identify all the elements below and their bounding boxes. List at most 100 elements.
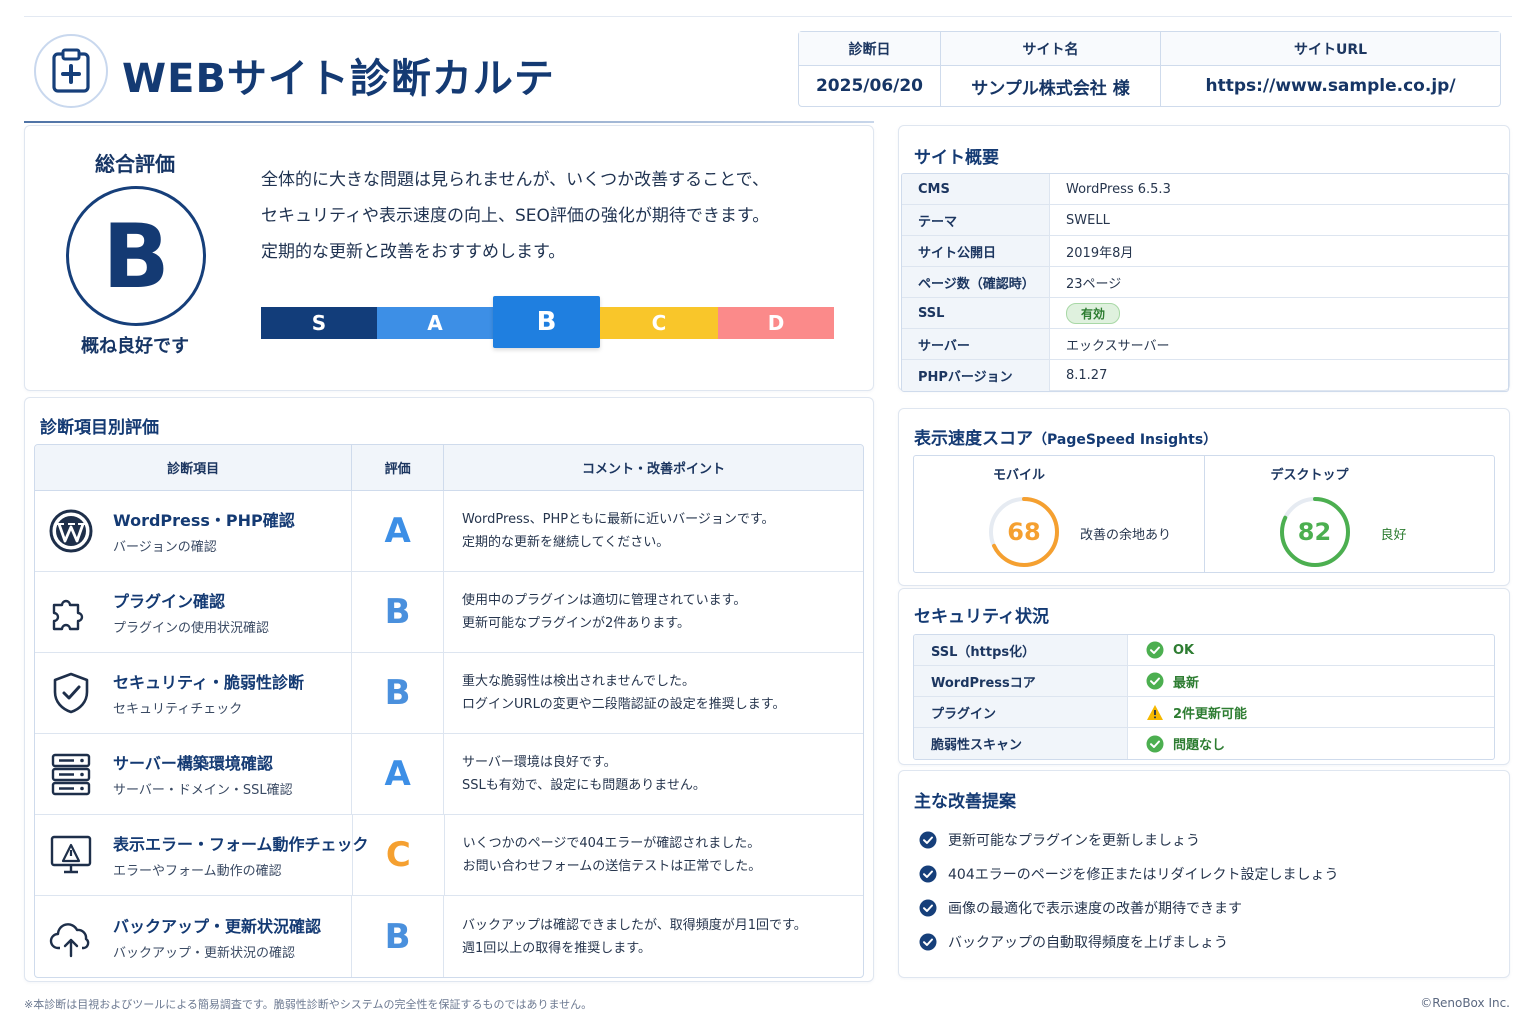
overview-value: エックスサーバー bbox=[1066, 338, 1170, 354]
item-sub: プラグインの使用状況確認 bbox=[113, 621, 270, 636]
cloud-sync-icon bbox=[47, 913, 95, 961]
info-label: サイト名 bbox=[941, 32, 1160, 66]
check-circle-icon bbox=[919, 865, 937, 883]
overview-row: ページ数（確認時） 23ページ bbox=[902, 267, 1508, 298]
comment-line: WordPress、PHPともに最新に近いバージョンです。 bbox=[462, 512, 775, 527]
comment-line: 使用中のプラグインは適切に管理されています。 bbox=[462, 593, 747, 608]
scale-segment-s: S bbox=[261, 307, 377, 339]
scale-segment-c: C bbox=[600, 307, 718, 339]
check-circle-icon bbox=[1146, 672, 1164, 690]
site-info-table: 診断日 2025/06/20 サイト名 サンプル株式会社 様 サイトURL ht… bbox=[798, 31, 1501, 107]
security-value-cell: 最新 bbox=[1128, 666, 1494, 696]
speed-card: 表示速度スコア（PageSpeed Insights） モバイル 68 改善の余地あ… bbox=[898, 408, 1510, 586]
speed-score-desktop: デスクトップ 82 良好 bbox=[1205, 456, 1495, 572]
comment-line: 更新可能なプラグインが2件あります。 bbox=[462, 616, 690, 631]
security-value: 問題なし bbox=[1173, 738, 1226, 753]
items-table-row: 表示エラー・フォーム動作チェック エラーやフォーム動作の確認 C いくつかのページで4… bbox=[35, 815, 863, 896]
item-text: サーバー構築環境確認 サーバー・ドメイン・SSL確認 bbox=[113, 750, 293, 798]
overview-key: サイト公開日 bbox=[902, 236, 1050, 266]
overview-value-cell: SWELL bbox=[1050, 205, 1508, 235]
overview-row: サーバー エックスサーバー bbox=[902, 329, 1508, 360]
security-key: WordPressコア bbox=[914, 666, 1128, 696]
comment-line: 週1回以上の取得を推奨します。 bbox=[462, 940, 651, 956]
info-col-site-name: サイト名 サンプル株式会社 様 bbox=[941, 32, 1161, 106]
item-grade: A bbox=[384, 754, 411, 794]
security-title: セキュリティ状況 bbox=[914, 607, 1049, 627]
speed-title-suffix: （PageSpeed Insights） bbox=[1033, 432, 1218, 448]
item-cell: バックアップ・更新状況確認バックアップ・更新状況の確認 bbox=[35, 896, 353, 977]
overview-key: テーマ bbox=[902, 205, 1050, 235]
overview-row: CMS WordPress 6.5.3 bbox=[902, 174, 1508, 205]
security-table: SSL（https化） OK WordPressコア 最新 プラグイン 2件更新可能 脆弱性… bbox=[913, 634, 1495, 760]
overview-value: 23ページ bbox=[1066, 276, 1122, 292]
clipboard-medical-icon bbox=[34, 34, 108, 108]
check-circle-icon bbox=[919, 899, 937, 917]
security-row: SSL（https化） OK bbox=[914, 635, 1494, 666]
item-sub: バックアップ・更新状況の確認 bbox=[113, 945, 296, 961]
site-url-link[interactable]: https://www.sample.co.jp/ bbox=[1161, 66, 1500, 106]
suggestion-text: 画像の最適化で表示速度の改善が期待できます bbox=[948, 901, 1242, 917]
overview-row: PHPバージョン 8.1.27 bbox=[902, 360, 1508, 391]
suggestion-text: 更新可能なプラグインを更新しましょう bbox=[948, 833, 1200, 849]
info-col-site-url: サイトURL https://www.sample.co.jp/ bbox=[1161, 32, 1500, 106]
items-title: 診断項目別評価 bbox=[40, 418, 159, 438]
suggestions-card: 主な改善提案 更新可能なプラグインを更新しましょう 404エラーのページを修正また… bbox=[898, 770, 1510, 978]
comment-cell: 重大な脆弱性は検出されませんでした。 ログインURLの変更や二段階認証の設定を推奨… bbox=[444, 653, 863, 733]
item-text: プラグイン確認プラグインの使用状況確認 bbox=[113, 588, 269, 636]
scale-segment-d: D bbox=[718, 307, 834, 339]
items-table-row: サーバー構築環境確認 サーバー・ドメイン・SSL確認 A サーバー環境は良好です。 SS… bbox=[35, 734, 863, 815]
column-header: 評価 bbox=[352, 445, 445, 490]
info-col-date: 診断日 2025/06/20 bbox=[799, 32, 941, 106]
column-header: 診断項目 bbox=[35, 445, 353, 490]
suggestions-list: 更新可能なプラグインを更新しましょう 404エラーのページを修正またはリダイレクト… bbox=[919, 823, 1338, 959]
item-name: WordPress・PHP確認 bbox=[113, 511, 295, 530]
info-label: 診断日 bbox=[799, 32, 940, 66]
suggestion-item: 更新可能なプラグインを更新しましょう bbox=[919, 823, 1338, 857]
item-name: バックアップ・更新状況確認 bbox=[113, 916, 322, 936]
item-name: セキュリティ・脆弱性診断 bbox=[113, 673, 305, 692]
comment-cell: いくつかのページで404エラーが確認されました。 お問い合わせフォームの送信テスト… bbox=[445, 815, 863, 895]
overview-value-cell: 有効 bbox=[1050, 298, 1508, 328]
items-table-row: バックアップ・更新状況確認バックアップ・更新状況の確認 B バックアップは確認できま… bbox=[35, 896, 863, 977]
comment-cell: WordPress、PHPともに最新に近いバージョンです。 定期的な更新を継続して… bbox=[444, 491, 863, 571]
summary-line: セキュリティや表示速度の向上、SEO評価の強化が期待できます。 bbox=[261, 206, 770, 226]
security-value-cell: 問題なし bbox=[1128, 728, 1494, 759]
report-page: WEBサイト診断カルテ 診断日 2025/06/20 サイト名 サンプル株式会社… bbox=[0, 0, 1536, 1024]
item-cell: 表示エラー・フォーム動作チェック エラーやフォーム動作の確認 bbox=[35, 815, 369, 895]
score-value: 68 bbox=[1007, 518, 1041, 546]
item-grade: B bbox=[384, 673, 411, 713]
items-table-row: セキュリティ・脆弱性診断 セキュリティチェック B 重大な脆弱性は検出されませんでした… bbox=[35, 653, 863, 734]
comment-line: SSLも有効で、設定にも問題ありません。 bbox=[462, 778, 706, 793]
comment-line: サーバー環境は良好です。 bbox=[462, 755, 617, 770]
speed-label: モバイル bbox=[992, 468, 1045, 483]
score-note: 改善の余地あり bbox=[1080, 528, 1172, 543]
item-cell: サーバー構築環境確認 サーバー・ドメイン・SSL確認 bbox=[35, 734, 353, 814]
suggestions-title: 主な改善提案 bbox=[914, 792, 1016, 812]
comment-line: いくつかのページで404エラーが確認されました。 bbox=[462, 836, 761, 851]
security-card: セキュリティ状況 SSL（https化） OK WordPressコア 最新 プラグイン… bbox=[898, 588, 1510, 765]
monitor-warning-icon bbox=[47, 831, 95, 879]
security-key: プラグイン bbox=[914, 697, 1128, 727]
security-key: 脆弱性スキャン bbox=[914, 728, 1128, 759]
overall-sub: 概ね良好です bbox=[81, 336, 189, 357]
item-name: 表示エラー・フォーム動作チェック bbox=[113, 835, 369, 854]
item-grade: B bbox=[384, 592, 411, 632]
info-value: サンプル株式会社 様 bbox=[971, 78, 1130, 99]
speed-label: デスクトップ bbox=[1270, 468, 1349, 483]
overview-value-cell: WordPress 6.5.3 bbox=[1050, 174, 1508, 204]
item-name: プラグイン確認 bbox=[113, 592, 226, 611]
score-note: 良好 bbox=[1380, 528, 1407, 543]
security-value-cell: 2件更新可能 bbox=[1128, 697, 1494, 727]
item-text: 表示エラー・フォーム動作チェック エラーやフォーム動作の確認 bbox=[113, 831, 369, 879]
wordpress-icon bbox=[47, 507, 95, 555]
header-rule bbox=[24, 121, 874, 123]
item-comment: バックアップは確認できましたが、取得頻度が月1回です。 週1回以上の取得を推奨しま… bbox=[444, 914, 807, 960]
item-name: サーバー構築環境確認 bbox=[113, 754, 273, 773]
shield-check-icon bbox=[47, 669, 95, 717]
scale-segment-a: A bbox=[377, 307, 493, 339]
overall-grade: B bbox=[66, 186, 206, 326]
comment-line: 重大な脆弱性は検出されませんでした。 bbox=[462, 674, 695, 689]
comment-cell: 使用中のプラグインは適切に管理されています。 更新可能なプラグインが2件あります。 bbox=[444, 572, 863, 652]
copyright: ©RenoBox Inc. bbox=[1420, 996, 1510, 1010]
item-grade: B bbox=[384, 916, 411, 957]
